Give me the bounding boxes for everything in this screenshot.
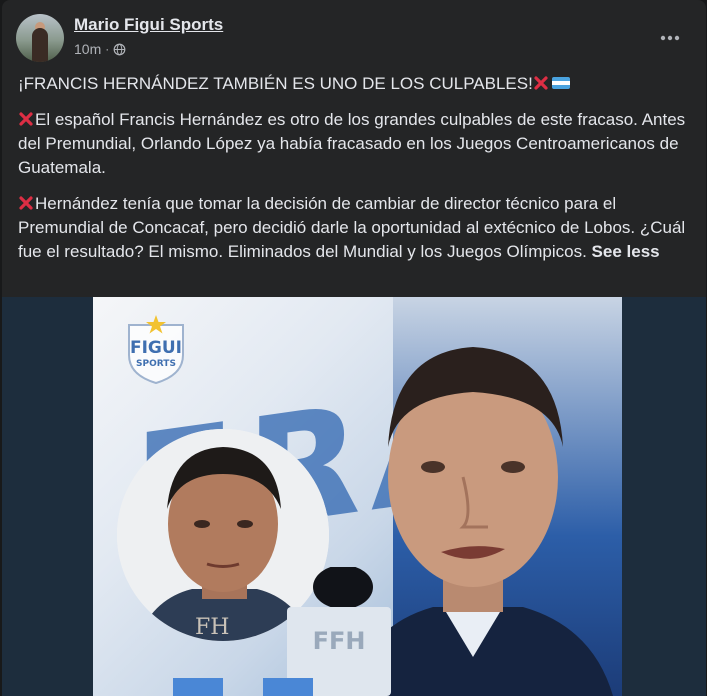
more-horizontal-icon	[660, 35, 680, 41]
page-name-link[interactable]: Mario Figui Sports	[74, 15, 223, 35]
see-less-link[interactable]: See less	[592, 242, 660, 261]
post-headline: ¡FRANCIS HERNÁNDEZ TAMBIÉN ES UNO DE LOS…	[18, 72, 694, 96]
post-header: Mario Figui Sports 10m ·	[16, 14, 692, 62]
paragraph-2-text: Hernández tenía que tomar la decisión de…	[18, 194, 686, 261]
headline-text: ¡FRANCIS HERNÁNDEZ TAMBIÉN ES UNO DE LOS…	[18, 74, 533, 93]
post-meta: 10m ·	[74, 41, 126, 57]
logo-text-figui: FIGUI	[130, 338, 182, 358]
logo-text-sports: SPORTS	[136, 359, 176, 369]
avatar-figure	[32, 28, 48, 62]
inset-watermark: FH	[195, 615, 229, 640]
post-paragraph-2: Hernández tenía que tomar la decisión de…	[18, 192, 694, 264]
post-paragraph-1: El español Francis Hernández es otro de …	[18, 108, 694, 180]
meta-separator: ·	[105, 42, 110, 56]
post-timestamp[interactable]: 10m	[74, 41, 101, 57]
post-card: Mario Figui Sports 10m · ¡FRANCIS HERNÁN…	[2, 0, 706, 696]
honduras-flag-icon	[551, 77, 570, 89]
figui-sports-logo: FIGUI SPORTS	[128, 315, 184, 385]
post-photo[interactable]: FRANCI FIGUI SPORTS FH FFH	[93, 297, 622, 696]
red-x-icon	[534, 76, 548, 90]
post-options-button[interactable]	[652, 20, 688, 56]
post-media[interactable]: FRANCI FIGUI SPORTS FH FFH	[2, 297, 706, 696]
mic-label: FFH	[313, 627, 366, 655]
red-x-icon	[19, 196, 33, 210]
post-text: ¡FRANCIS HERNÁNDEZ TAMBIÉN ES UNO DE LOS…	[18, 72, 694, 276]
globe-icon[interactable]	[113, 43, 126, 56]
red-x-icon	[19, 112, 33, 126]
page-avatar[interactable]	[16, 14, 64, 62]
paragraph-1-text: El español Francis Hernández es otro de …	[18, 110, 686, 177]
bottom-graphic	[173, 678, 313, 696]
